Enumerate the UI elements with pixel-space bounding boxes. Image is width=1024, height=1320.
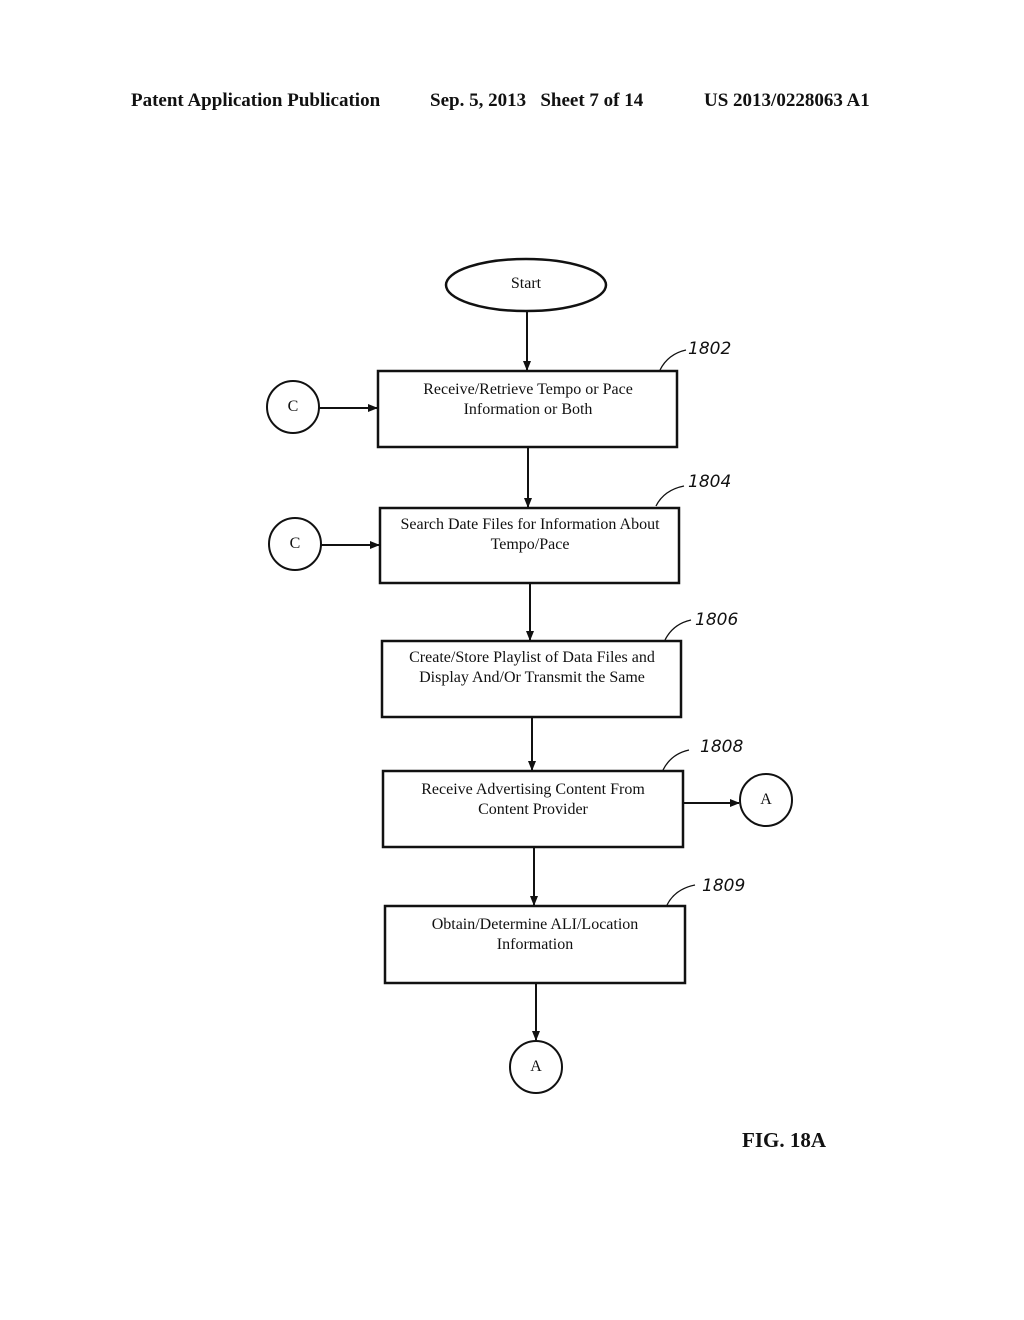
svg-text:C: C [290, 535, 301, 552]
svg-text:C: C [288, 398, 299, 415]
step-1808: Receive Advertising Content From Content… [381, 737, 743, 849]
step-1806-line2: Display And/Or Transmit the Same [419, 669, 645, 686]
ref-1809: 1809 [702, 876, 745, 896]
step-1809: Obtain/Determine ALI/Location Informatio… [383, 876, 745, 985]
ref-1804: 1804 [688, 472, 731, 492]
start-label: Start [511, 275, 542, 292]
step-1802-line1: Receive/Retrieve Tempo or Pace [423, 381, 633, 398]
step-1804-line1: Search Date Files for Information About [400, 516, 660, 533]
figure-label: FIG. 18A [742, 1128, 826, 1152]
connector-a-out: A [739, 773, 793, 827]
step-1804-line2: Tempo/Pace [491, 536, 570, 553]
step-1804: Search Date Files for Information About … [378, 472, 731, 585]
step-1808-line1: Receive Advertising Content From [421, 781, 645, 798]
ref-1806: 1806 [695, 610, 738, 630]
svg-text:A: A [760, 791, 772, 808]
step-1802: Receive/Retrieve Tempo or Pace Informati… [376, 339, 731, 449]
ref-1802: 1802 [688, 339, 731, 359]
step-1806: Create/Store Playlist of Data Files and … [380, 610, 738, 719]
connector-c-1: C [266, 380, 320, 434]
svg-text:A: A [530, 1058, 542, 1075]
start-terminal: Start [444, 257, 608, 313]
step-1802-line2: Information or Both [464, 401, 593, 418]
step-1809-line2: Information [497, 936, 573, 953]
flowchart: Start Receive/Retrieve Tempo or Pace Inf… [266, 257, 793, 1094]
step-1806-line1: Create/Store Playlist of Data Files and [409, 649, 655, 666]
connector-c-2: C [268, 517, 322, 571]
connector-a-end: A [509, 1040, 563, 1094]
step-1808-line2: Content Provider [478, 801, 588, 818]
step-1809-line1: Obtain/Determine ALI/Location [432, 916, 639, 933]
ref-1808: 1808 [700, 737, 743, 757]
